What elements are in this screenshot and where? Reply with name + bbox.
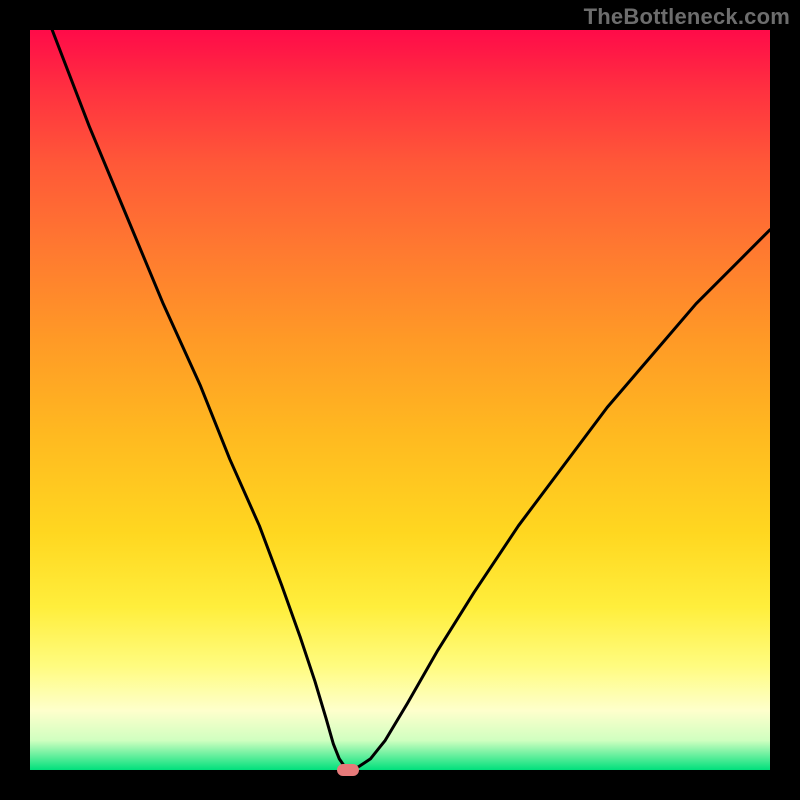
watermark-text: TheBottleneck.com [584, 4, 790, 30]
chart-frame: TheBottleneck.com [0, 0, 800, 800]
bottleneck-curve [30, 30, 770, 770]
plot-area [30, 30, 770, 770]
minimum-marker [337, 764, 359, 776]
